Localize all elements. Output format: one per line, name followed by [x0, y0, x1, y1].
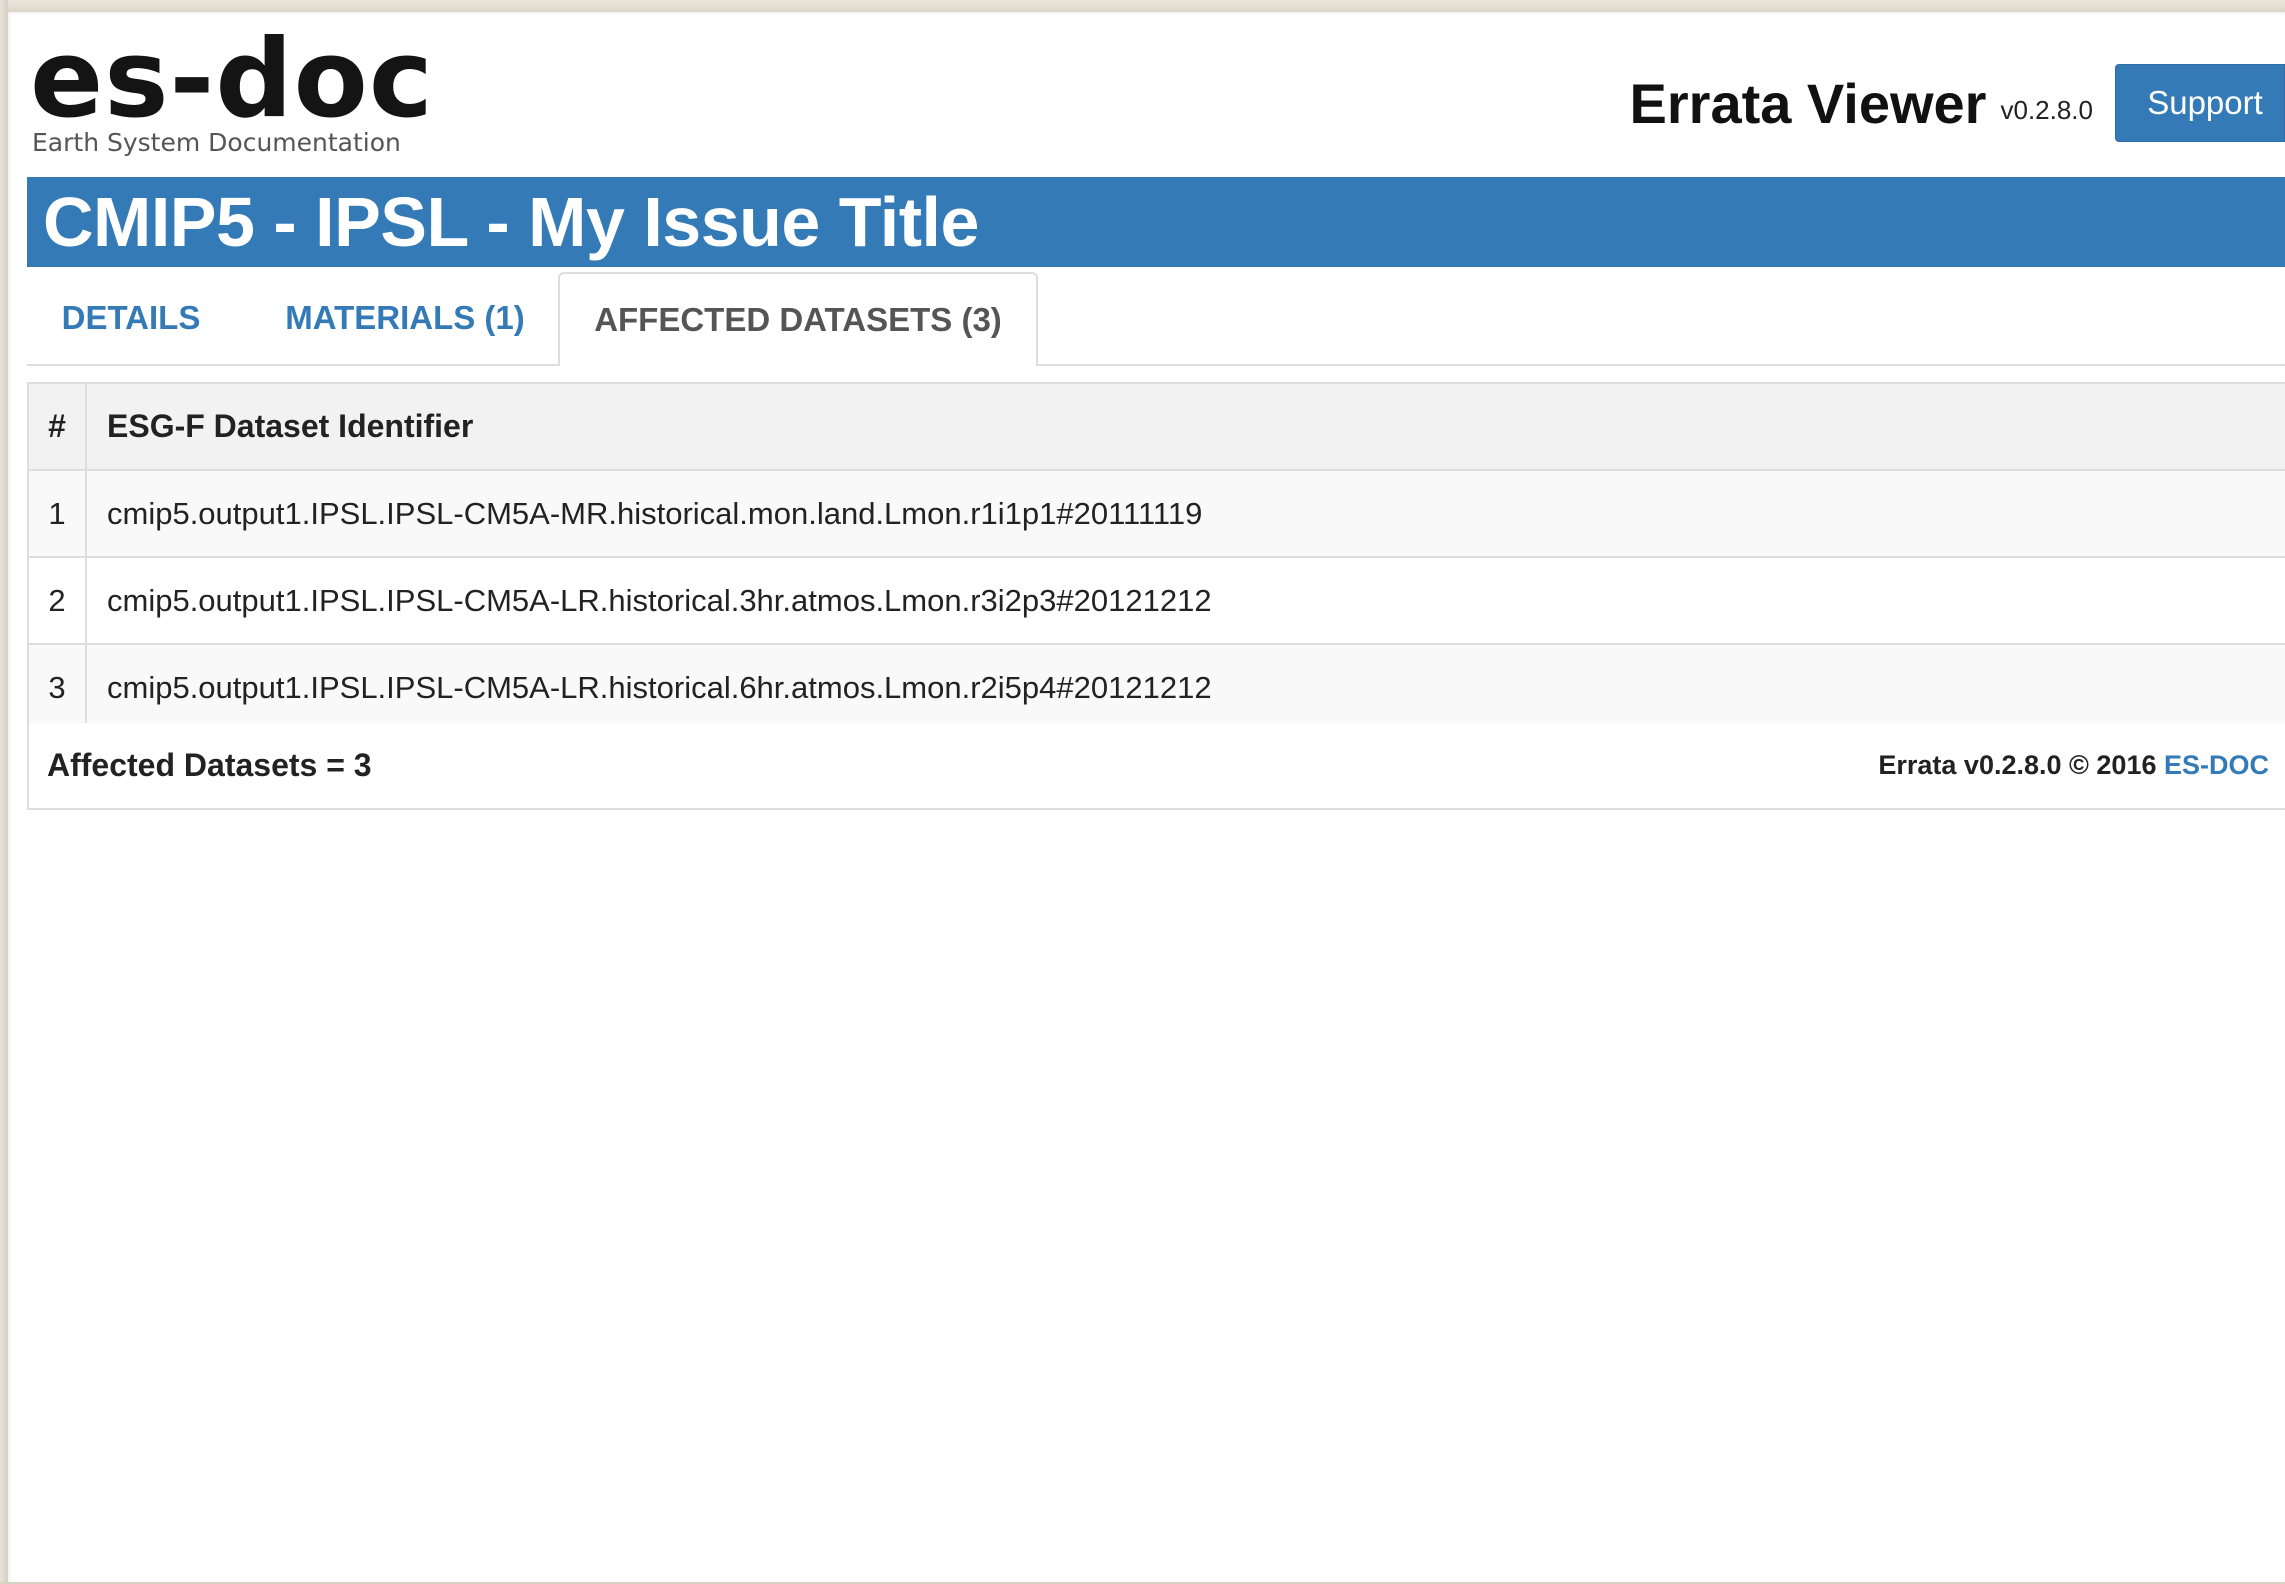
panel-footer: Affected Datasets = 3 Errata v0.2.8.0 © … [29, 723, 2285, 808]
tab-bar: DETAILS MATERIALS (1) AFFECTED DATASETS … [27, 272, 2285, 366]
header-right: Errata Viewer v0.2.8.0 Support [1630, 64, 2285, 142]
tab-details[interactable]: DETAILS [27, 272, 235, 364]
row-number: 1 [29, 470, 87, 558]
es-doc-link[interactable]: ES-DOC [2164, 750, 2269, 780]
dataset-identifier: cmip5.output1.IPSL.IPSL-CM5A-MR.historic… [86, 470, 2285, 558]
tab-affected-datasets[interactable]: AFFECTED DATASETS (3) [558, 272, 1038, 366]
table-row[interactable]: 2 cmip5.output1.IPSL.IPSL-CM5A-LR.histor… [29, 557, 2285, 645]
window-frame-left [0, 0, 8, 1584]
page: es-doc Earth System Documentation Errata… [8, 12, 2285, 1582]
logo-subtitle: Earth System Documentation [32, 128, 401, 157]
issue-title: CMIP5 - IPSL - My Issue Title [43, 183, 979, 261]
table-header-row: # ESG-F Dataset Identifier [29, 384, 2285, 471]
row-number: 2 [29, 557, 87, 645]
app-title: Errata Viewer [1629, 71, 1987, 135]
table-row[interactable]: 1 cmip5.output1.IPSL.IPSL-CM5A-MR.histor… [29, 470, 2285, 558]
column-header-identifier: ESG-F Dataset Identifier [86, 384, 2285, 471]
dataset-identifier: cmip5.output1.IPSL.IPSL-CM5A-LR.historic… [86, 557, 2285, 645]
row-number: 3 [29, 644, 87, 732]
tab-materials[interactable]: MATERIALS (1) [235, 272, 575, 364]
app-version: v0.2.8.0 [2000, 94, 2093, 125]
logo-wordmark: es-doc [30, 17, 434, 142]
copyright-text: Errata v0.2.8.0 © 2016 [1878, 750, 2164, 780]
affected-datasets-count: Affected Datasets = 3 [47, 747, 372, 783]
column-header-number: # [29, 384, 87, 471]
table-row[interactable]: 3 cmip5.output1.IPSL.IPSL-CM5A-LR.histor… [29, 644, 2285, 732]
affected-datasets-panel: # ESG-F Dataset Identifier 1 cmip5.outpu… [27, 382, 2285, 810]
es-doc-logo[interactable]: es-doc Earth System Documentation [30, 17, 434, 158]
issue-title-bar: CMIP5 - IPSL - My Issue Title [27, 177, 2285, 267]
footer-copyright: Errata v0.2.8.0 © 2016 ES-DOC [1878, 750, 2285, 781]
dataset-identifier: cmip5.output1.IPSL.IPSL-CM5A-LR.historic… [86, 644, 2285, 732]
support-button[interactable]: Support [2115, 64, 2285, 142]
window-frame-top [0, 0, 2285, 12]
datasets-table: # ESG-F Dataset Identifier 1 cmip5.outpu… [29, 384, 2285, 732]
